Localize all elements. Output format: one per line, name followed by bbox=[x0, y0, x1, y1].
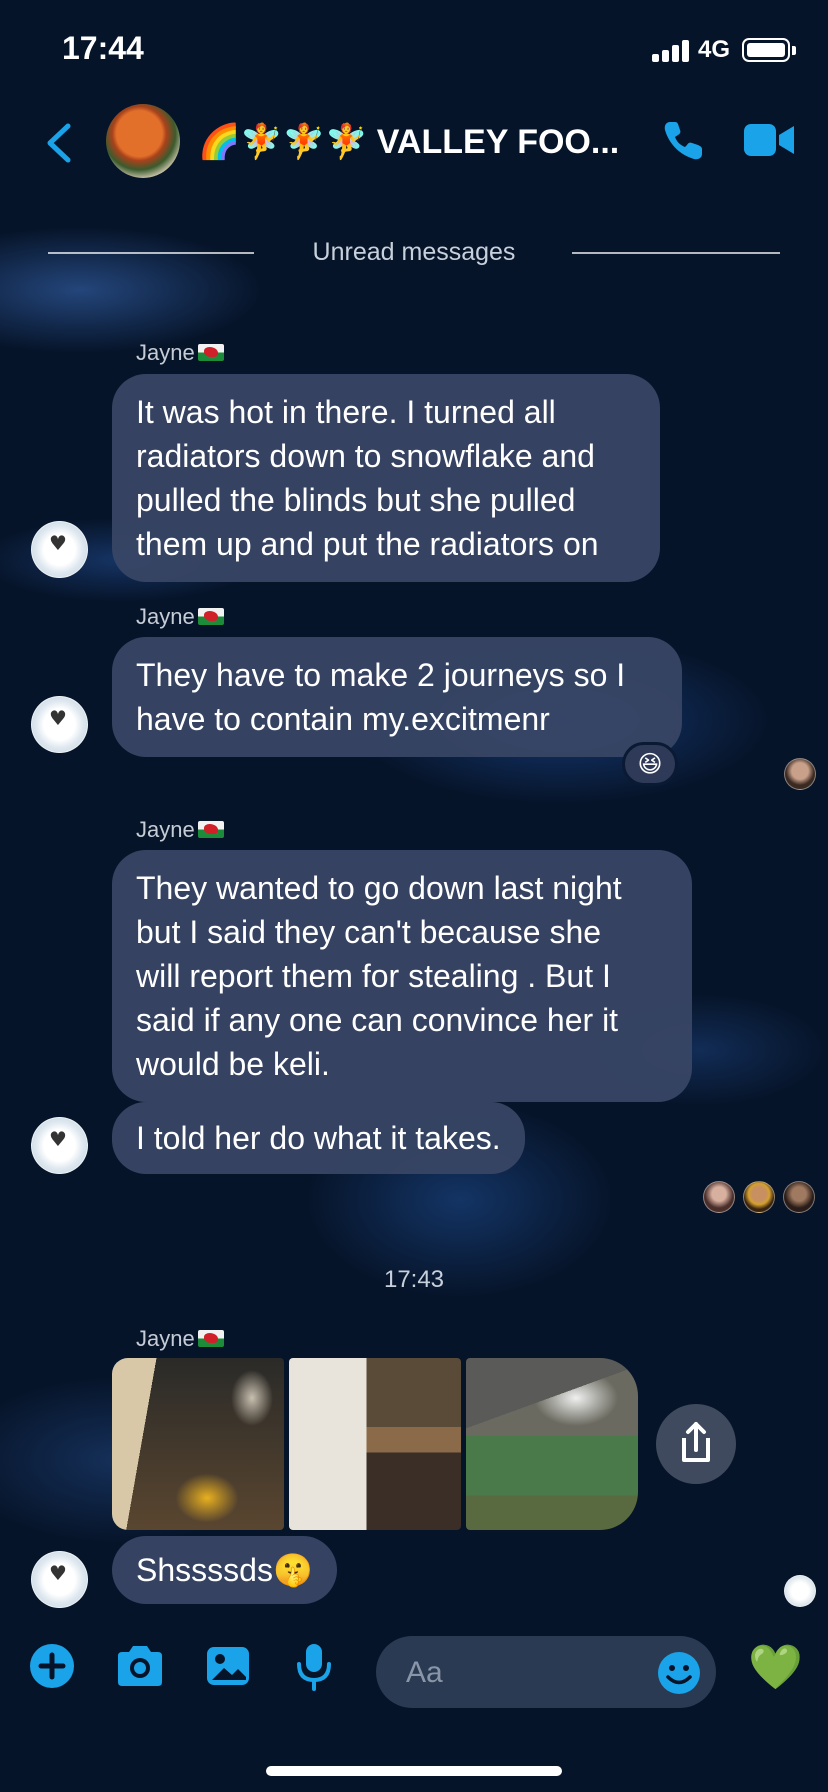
sender-avatar[interactable] bbox=[31, 696, 88, 753]
divider-line-right bbox=[572, 252, 780, 254]
message-bubble[interactable]: It was hot in there. I turned all radiat… bbox=[112, 374, 660, 582]
message-bubble[interactable]: They have to make 2 journeys so I have t… bbox=[112, 637, 682, 757]
photo-thumbnail[interactable] bbox=[289, 1358, 461, 1530]
battery-icon bbox=[742, 38, 790, 62]
message-composer: Aa 💚 bbox=[0, 1620, 828, 1720]
read-receipt-avatar bbox=[703, 1181, 735, 1213]
photo-thumbnail[interactable] bbox=[112, 1358, 284, 1530]
plus-icon[interactable] bbox=[28, 1642, 76, 1690]
gallery-image-icon[interactable] bbox=[204, 1642, 252, 1690]
photo-group bbox=[112, 1358, 638, 1530]
sender-name: Jayne bbox=[136, 340, 224, 366]
message-bubble[interactable]: They wanted to go down last night but I … bbox=[112, 850, 692, 1102]
microphone-icon[interactable] bbox=[292, 1642, 336, 1692]
video-camera-icon[interactable] bbox=[742, 120, 796, 160]
home-indicator bbox=[266, 1766, 562, 1776]
message-timestamp: 17:43 bbox=[383, 1266, 445, 1293]
wales-flag-icon bbox=[197, 344, 224, 361]
read-receipt-avatar bbox=[784, 1575, 816, 1607]
wales-flag-icon bbox=[197, 821, 224, 838]
photo-thumbnail[interactable] bbox=[466, 1358, 638, 1530]
back-chevron-icon[interactable] bbox=[40, 118, 80, 168]
share-icon bbox=[682, 1422, 710, 1462]
battery-tip bbox=[792, 46, 796, 55]
message-bubble[interactable]: I told her do what it takes. bbox=[112, 1102, 525, 1174]
read-receipt-avatar bbox=[743, 1181, 775, 1213]
wales-flag-icon bbox=[197, 1330, 224, 1347]
status-bar: 17:44 4G bbox=[0, 0, 828, 100]
group-title[interactable]: 🌈🧚🧚🧚 VALLEY FOO... bbox=[198, 122, 619, 162]
like-heart-button[interactable]: 💚 bbox=[748, 1642, 803, 1694]
sender-name: Jayne bbox=[136, 817, 224, 843]
status-time: 17:44 bbox=[62, 30, 144, 66]
emoji-smiley-icon[interactable] bbox=[656, 1650, 702, 1696]
network-label: 4G bbox=[698, 36, 731, 63]
wales-flag-icon bbox=[197, 608, 224, 625]
sender-name: Jayne bbox=[136, 1326, 224, 1352]
message-bubble[interactable]: Shssssds🤫 bbox=[112, 1536, 337, 1604]
reaction-laughing-emoji[interactable]: 😆 bbox=[622, 742, 678, 786]
group-avatar[interactable] bbox=[106, 104, 180, 178]
share-button[interactable] bbox=[656, 1404, 736, 1484]
signal-icon bbox=[652, 38, 692, 62]
message-input[interactable]: Aa bbox=[376, 1636, 716, 1708]
sender-avatar[interactable] bbox=[31, 521, 88, 578]
phone-icon[interactable] bbox=[660, 116, 708, 164]
sender-name: Jayne bbox=[136, 604, 224, 630]
sender-avatar[interactable] bbox=[31, 1117, 88, 1174]
camera-icon[interactable] bbox=[114, 1642, 166, 1690]
message-input-placeholder: Aa bbox=[406, 1656, 443, 1689]
chat-header: 🌈🧚🧚🧚 VALLEY FOO... bbox=[0, 100, 828, 188]
sender-avatar[interactable] bbox=[31, 1551, 88, 1608]
read-receipt-avatar bbox=[783, 1181, 815, 1213]
read-receipt-avatar bbox=[784, 758, 816, 790]
